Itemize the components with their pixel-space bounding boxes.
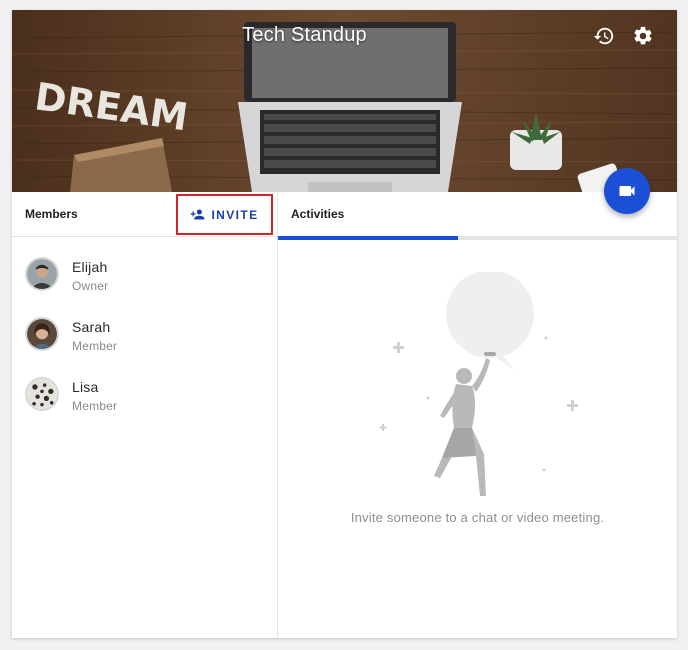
history-button[interactable] xyxy=(592,24,616,48)
room-title: Tech Standup xyxy=(242,24,367,46)
empty-state-message: Invite someone to a chat or video meetin… xyxy=(350,510,605,525)
tab-activities[interactable]: Activities xyxy=(291,207,344,221)
chat-room-card: DREAM Tech Standup Members INVITE Elijah… xyxy=(12,10,677,638)
member-role: Member xyxy=(72,339,118,353)
members-header: Members INVITE xyxy=(12,192,277,237)
gear-icon xyxy=(634,26,652,45)
avatar xyxy=(25,377,59,411)
settings-button[interactable] xyxy=(631,24,655,48)
history-icon xyxy=(593,27,614,45)
invite-label: INVITE xyxy=(211,207,259,222)
avatar xyxy=(25,317,59,351)
member-item[interactable]: Elijah Owner xyxy=(12,247,277,307)
start-video-call-button[interactable] xyxy=(604,168,650,214)
video-camera-icon xyxy=(619,186,635,196)
add-person-icon xyxy=(191,209,205,220)
invite-button[interactable]: INVITE xyxy=(176,194,273,235)
activities-panel: Activities Invite someone to a chat or v… xyxy=(278,192,677,638)
member-name: Sarah xyxy=(72,319,111,335)
member-list: Elijah Owner Sarah Member Lisa Member xyxy=(12,237,277,427)
members-panel: Members INVITE Elijah Owner Sarah Member… xyxy=(12,192,278,638)
avatar xyxy=(25,257,59,291)
member-item[interactable]: Sarah Member xyxy=(12,307,277,367)
tab-active-indicator xyxy=(278,236,458,240)
member-item[interactable]: Lisa Member xyxy=(12,367,277,427)
member-name: Lisa xyxy=(72,379,99,395)
room-banner: DREAM Tech Standup xyxy=(12,10,677,192)
member-role: Member xyxy=(72,399,118,413)
member-role: Owner xyxy=(72,279,109,293)
members-title: Members xyxy=(25,207,78,221)
member-name: Elijah xyxy=(72,259,108,275)
empty-state-illustration xyxy=(379,272,578,496)
